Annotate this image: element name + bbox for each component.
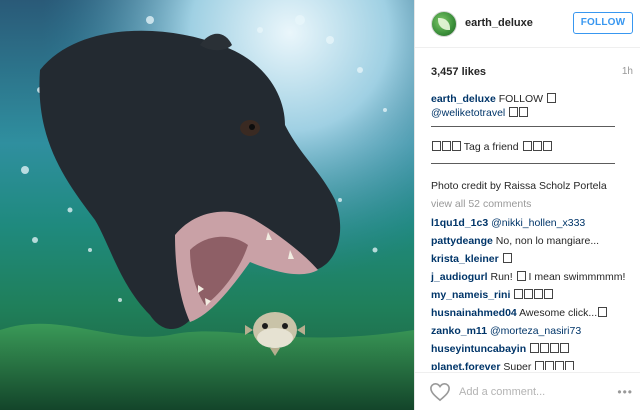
caption-mention[interactable]: @weliketotravel — [431, 107, 505, 119]
comment-row: krista_kleiner — [431, 253, 512, 265]
emoji-icon — [522, 141, 532, 151]
caption-username[interactable]: earth_deluxe — [431, 93, 496, 105]
emoji-icon — [509, 107, 519, 117]
comment-text: Super — [500, 361, 535, 370]
emoji-icon — [598, 307, 608, 317]
post-side-panel: earth_deluxe FOLLOW 3,457 likes 1h earth… — [414, 0, 640, 410]
emoji-icon — [514, 289, 524, 299]
emoji-icon — [519, 107, 529, 117]
add-comment-input[interactable]: Add a comment... — [459, 386, 545, 398]
comment-text[interactable]: @nikki_hollen_x333 — [488, 217, 585, 229]
view-all-comments-link[interactable]: view all 52 comments — [431, 198, 531, 210]
comments-list[interactable]: earth_deluxe FOLLOW @weliketotravel Tag … — [415, 88, 640, 370]
hippo-underwater-image — [0, 0, 414, 410]
comment-text[interactable]: @morteza_nasiri73 — [487, 325, 581, 337]
emoji-icon — [516, 271, 526, 281]
emoji-icon — [532, 141, 542, 151]
comment-username[interactable]: husnainahmed04 — [431, 307, 517, 319]
comment-row: pattydeange No, non lo mangiare... — [431, 235, 599, 247]
comment-username[interactable]: planet.forever — [431, 361, 500, 370]
emoji-icon — [502, 253, 512, 263]
leaf-icon — [438, 18, 450, 30]
comment-row: my_nameis_rini — [431, 289, 554, 301]
comment-row: huseyintuncabayin — [431, 343, 570, 355]
caption-line-4: Photo credit by Raissa Scholz Portela — [431, 180, 607, 192]
likes-row: 3,457 likes 1h — [415, 60, 640, 82]
emoji-icon — [535, 361, 545, 370]
caption-line-3: Tag a friend — [431, 141, 552, 153]
comment-row: j_audiogurl Run! I mean swimmmmm! — [431, 271, 625, 283]
comment-username[interactable]: l1qu1d_1c3 — [431, 217, 488, 229]
emoji-icon — [530, 343, 540, 353]
comment-username[interactable]: zanko_m11 — [431, 325, 487, 337]
caption-line-1: earth_deluxe FOLLOW — [431, 93, 556, 105]
comment-text: No, non lo mangiare... — [492, 235, 600, 247]
caption-divider — [431, 126, 615, 127]
comment-row: husnainahmed04 Awesome click... — [431, 307, 608, 319]
emoji-icon — [555, 361, 565, 370]
comment-username[interactable]: j_audiogurl — [431, 271, 488, 283]
comment-row: l1qu1d_1c3 @nikki_hollen_x333 — [431, 217, 585, 229]
heart-icon[interactable] — [429, 382, 451, 402]
post-header: earth_deluxe FOLLOW — [415, 0, 640, 48]
post-photo[interactable] — [0, 0, 414, 410]
comment-row: zanko_m11 @morteza_nasiri73 — [431, 325, 581, 337]
emoji-icon — [524, 289, 534, 299]
comment-text: Awesome click... — [516, 307, 598, 319]
earth-avatar-icon[interactable] — [431, 11, 457, 37]
caption-tag-text: Tag a friend — [461, 141, 522, 153]
emoji-icon — [546, 93, 556, 103]
emoji-icon — [560, 343, 570, 353]
follow-button[interactable]: FOLLOW — [573, 12, 633, 34]
post-time[interactable]: 1h — [622, 66, 633, 77]
emoji-icon — [544, 289, 554, 299]
emoji-icon — [545, 361, 555, 370]
emoji-icon — [432, 141, 441, 151]
emoji-icon — [540, 343, 550, 353]
comment-text: Run! — [487, 271, 516, 283]
comment-username[interactable]: krista_kleiner — [431, 253, 499, 265]
caption-follow-text: FOLLOW — [495, 93, 546, 105]
caption-divider — [431, 163, 615, 164]
comment-username[interactable]: my_nameis_rini — [431, 289, 510, 301]
emoji-icon — [534, 289, 544, 299]
comment-row: planet.forever Super — [431, 361, 575, 370]
emoji-icon — [442, 141, 451, 151]
comment-text-2: I mean swimmmmm! — [525, 271, 626, 283]
comment-footer: Add a comment... ••• — [415, 372, 640, 410]
emoji-icon — [550, 343, 560, 353]
comment-username[interactable]: pattydeange — [431, 235, 493, 247]
emoji-icon — [565, 361, 575, 370]
post-username[interactable]: earth_deluxe — [465, 17, 533, 29]
likes-count[interactable]: 3,457 likes — [431, 66, 486, 78]
comment-username[interactable]: huseyintuncabayin — [431, 343, 526, 355]
emoji-icon — [542, 141, 552, 151]
caption-line-2: @weliketotravel — [431, 107, 529, 119]
emoji-icon — [452, 141, 461, 151]
more-options-icon[interactable]: ••• — [617, 385, 633, 399]
